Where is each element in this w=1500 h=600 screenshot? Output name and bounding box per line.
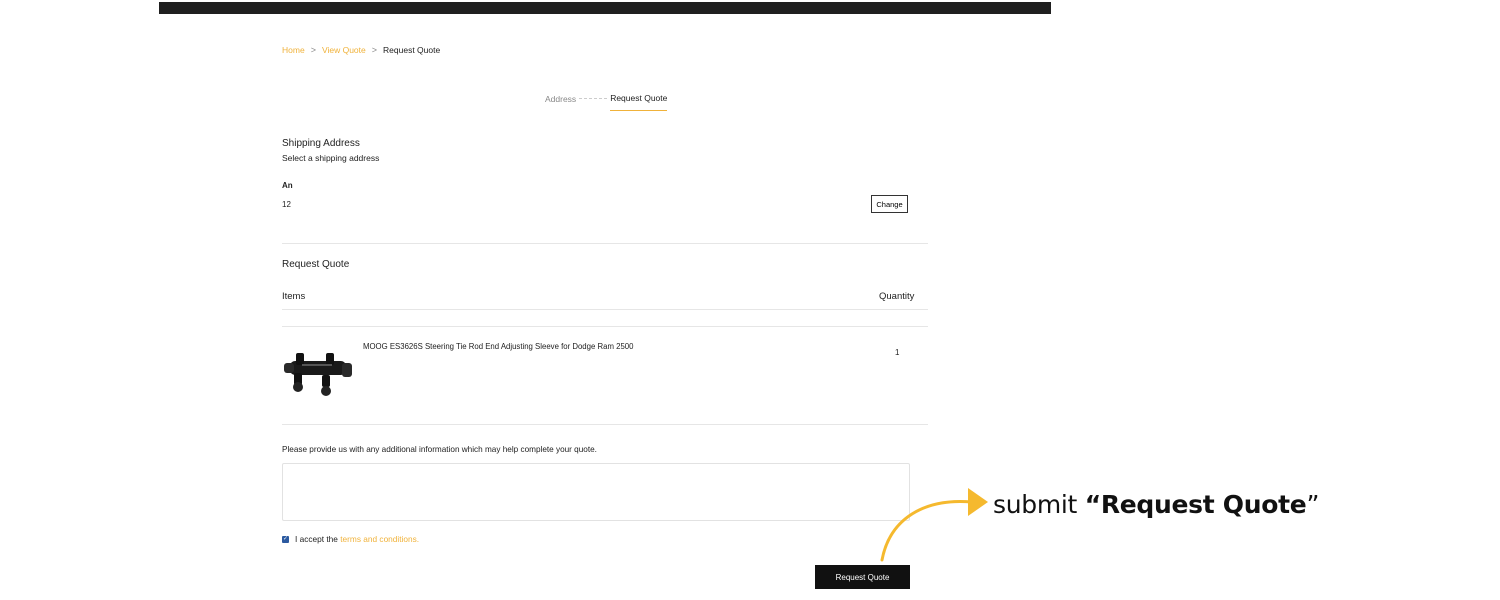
breadcrumb: Home > View Quote > Request Quote xyxy=(282,45,440,55)
request-quote-button[interactable]: Request Quote xyxy=(815,565,910,589)
annotation-caption: submit “Request Quote” xyxy=(993,490,1319,519)
breadcrumb-view-quote-link[interactable]: View Quote xyxy=(322,45,366,55)
checkout-steps: Address Request Quote xyxy=(545,86,668,111)
annotation-prefix: submit xyxy=(993,490,1085,519)
annotation-emphasis: “Request Quote xyxy=(1084,490,1307,519)
product-image xyxy=(284,353,352,396)
change-address-button[interactable]: Change xyxy=(871,195,908,213)
address-name: An xyxy=(282,181,293,190)
divider xyxy=(282,243,928,244)
breadcrumb-home-link[interactable]: Home xyxy=(282,45,305,55)
terms-row: ✓ I accept the terms and conditions. xyxy=(282,534,419,544)
terms-label: I accept the xyxy=(295,534,338,544)
chevron-right-icon: > xyxy=(310,45,316,55)
address-line: 12 xyxy=(282,200,291,209)
shipping-address-title: Shipping Address xyxy=(282,138,360,149)
annotation-suffix: ” xyxy=(1306,490,1320,519)
divider xyxy=(282,326,928,327)
quantity-header: Quantity xyxy=(879,291,915,302)
step-address[interactable]: Address xyxy=(545,94,576,104)
request-quote-title: Request Quote xyxy=(282,259,350,270)
divider xyxy=(282,424,928,425)
terms-checkbox[interactable]: ✓ xyxy=(282,535,289,543)
step-connector xyxy=(579,98,608,99)
terms-link[interactable]: terms and conditions. xyxy=(340,534,419,544)
divider xyxy=(282,309,928,310)
breadcrumb-current: Request Quote xyxy=(383,45,441,55)
step-request-quote: Request Quote xyxy=(610,93,668,111)
additional-info-label: Please provide us with any additional in… xyxy=(282,445,597,454)
items-header: Items xyxy=(282,291,306,302)
product-quantity: 1 xyxy=(895,348,900,357)
chevron-right-icon: > xyxy=(371,45,378,55)
top-bar xyxy=(159,2,1051,14)
product-name: MOOG ES3626S Steering Tie Rod End Adjust… xyxy=(363,342,634,351)
annotation-arrow-icon xyxy=(880,488,988,562)
shipping-address-subtitle: Select a shipping address xyxy=(282,153,380,163)
additional-info-field[interactable] xyxy=(282,463,910,521)
